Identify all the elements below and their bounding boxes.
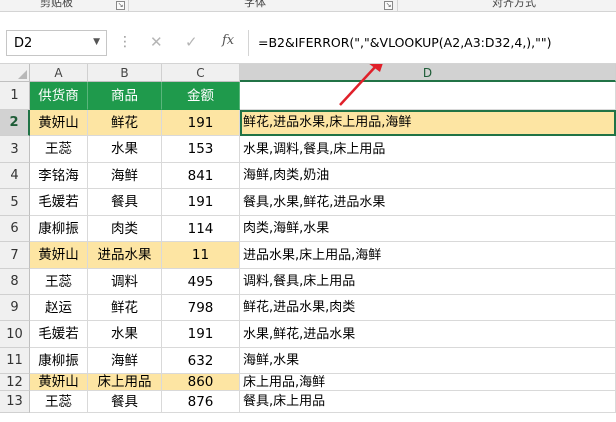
product-cell[interactable]: 进品水果 — [88, 242, 162, 269]
supplier-cell[interactable]: 黄妍山 — [30, 242, 88, 269]
worksheet-grid[interactable]: A B C D 1 供货商 商品 金额 2 黄妍山 鲜花 191 鲜花,进品水果,床上用… — [0, 64, 616, 422]
supplier-cell[interactable]: 黄妍山 — [30, 110, 88, 136]
amount-cell[interactable]: 860 — [162, 374, 240, 391]
name-box[interactable]: D2 ▼ — [6, 30, 107, 56]
amount-cell[interactable]: 876 — [162, 391, 240, 413]
row-header-10[interactable]: 10 — [0, 321, 30, 348]
more-options-icon[interactable]: ⋮ — [118, 34, 133, 50]
supplier-cell[interactable]: 毛媛若 — [30, 321, 88, 348]
insert-function-icon[interactable]: fx — [222, 33, 234, 48]
row-header-6[interactable]: 6 — [0, 216, 30, 242]
formula-bar: D2 ▼ ⋮ ✕ ✓ fx =B2&IFERROR(","&VLOOKUP(A2… — [0, 12, 616, 64]
product-cell[interactable]: 海鲜 — [88, 163, 162, 189]
header-cell-product[interactable]: 商品 — [88, 82, 162, 110]
supplier-cell[interactable]: 李铭海 — [30, 163, 88, 189]
result-cell[interactable]: 餐具,水果,鲜花,进品水果 — [240, 189, 616, 216]
amount-cell[interactable]: 841 — [162, 163, 240, 189]
cancel-icon[interactable]: ✕ — [150, 33, 163, 51]
ribbon-group-clipboard: 剪贴板 — [40, 0, 73, 9]
result-cell[interactable]: 鲜花,进品水果,肉类 — [240, 295, 616, 321]
product-cell[interactable]: 海鲜 — [88, 348, 162, 374]
header-cell-amount[interactable]: 金额 — [162, 82, 240, 110]
product-cell[interactable]: 鲜花 — [88, 295, 162, 321]
row-header-13[interactable]: 13 — [0, 391, 30, 413]
product-cell[interactable]: 肉类 — [88, 216, 162, 242]
product-cell[interactable]: 餐具 — [88, 189, 162, 216]
supplier-cell[interactable]: 康柳振 — [30, 216, 88, 242]
supplier-cell[interactable]: 康柳振 — [30, 348, 88, 374]
amount-cell[interactable]: 153 — [162, 136, 240, 163]
formula-separator — [248, 30, 249, 56]
supplier-cell[interactable]: 王蕊 — [30, 391, 88, 413]
row-header-4[interactable]: 4 — [0, 163, 30, 189]
ribbon-group-alignment: 对齐方式 — [492, 0, 536, 9]
ribbon-group-labels: 剪贴板 ↘ 字体 ↘ 对齐方式 — [0, 0, 616, 12]
result-cell[interactable]: 肉类,海鲜,水果 — [240, 216, 616, 242]
header-cell-supplier[interactable]: 供货商 — [30, 82, 88, 110]
row-header-7[interactable]: 7 — [0, 242, 30, 269]
product-cell[interactable]: 调料 — [88, 269, 162, 295]
amount-cell[interactable]: 632 — [162, 348, 240, 374]
supplier-cell[interactable]: 黄妍山 — [30, 374, 88, 391]
formula-input[interactable]: =B2&IFERROR(","&VLOOKUP(A2,A3:D32,4,),""… — [258, 30, 610, 56]
result-cell[interactable]: 水果,调料,餐具,床上用品 — [240, 136, 616, 163]
product-cell[interactable]: 床上用品 — [88, 374, 162, 391]
row-header-9[interactable]: 9 — [0, 295, 30, 321]
amount-cell[interactable]: 191 — [162, 110, 240, 136]
amount-cell[interactable]: 114 — [162, 216, 240, 242]
clipboard-launcher-icon[interactable]: ↘ — [116, 1, 125, 10]
supplier-cell[interactable]: 王蕊 — [30, 136, 88, 163]
supplier-cell[interactable]: 王蕊 — [30, 269, 88, 295]
row-header-3[interactable]: 3 — [0, 136, 30, 163]
row-header-2[interactable]: 2 — [0, 110, 30, 136]
result-cell[interactable]: 调料,餐具,床上用品 — [240, 269, 616, 295]
select-all-icon[interactable] — [0, 64, 30, 82]
column-header-a[interactable]: A — [30, 64, 88, 82]
amount-cell[interactable]: 191 — [162, 321, 240, 348]
result-cell[interactable]: 床上用品,海鲜 — [240, 374, 616, 391]
result-cell[interactable]: 海鲜,肉类,奶油 — [240, 163, 616, 189]
result-cell[interactable]: 餐具,床上用品 — [240, 391, 616, 413]
name-box-value: D2 — [14, 36, 33, 51]
amount-cell[interactable]: 495 — [162, 269, 240, 295]
row-header-5[interactable]: 5 — [0, 189, 30, 216]
row-header-11[interactable]: 11 — [0, 348, 30, 374]
amount-cell[interactable]: 798 — [162, 295, 240, 321]
row-header-12[interactable]: 12 — [0, 374, 30, 391]
row-header-8[interactable]: 8 — [0, 269, 30, 295]
amount-cell[interactable]: 11 — [162, 242, 240, 269]
amount-cell[interactable]: 191 — [162, 189, 240, 216]
column-header-c[interactable]: C — [162, 64, 240, 82]
ribbon-group-font: 字体 — [244, 0, 266, 9]
chevron-down-icon[interactable]: ▼ — [93, 37, 100, 47]
product-cell[interactable]: 鲜花 — [88, 110, 162, 136]
group-separator — [397, 0, 398, 11]
enter-icon[interactable]: ✓ — [185, 33, 198, 51]
group-separator — [128, 0, 129, 11]
product-cell[interactable]: 水果 — [88, 321, 162, 348]
font-launcher-icon[interactable]: ↘ — [384, 1, 393, 10]
product-cell[interactable]: 水果 — [88, 136, 162, 163]
result-cell[interactable]: 鲜花,进品水果,床上用品,海鲜 — [240, 110, 616, 136]
result-cell[interactable]: 进品水果,床上用品,海鲜 — [240, 242, 616, 269]
result-cell[interactable]: 海鲜,水果 — [240, 348, 616, 374]
supplier-cell[interactable]: 毛媛若 — [30, 189, 88, 216]
product-cell[interactable]: 餐具 — [88, 391, 162, 413]
row-header-1[interactable]: 1 — [0, 82, 30, 110]
column-header-d[interactable]: D — [240, 64, 616, 82]
header-cell-d[interactable] — [240, 82, 616, 110]
result-cell[interactable]: 水果,鲜花,进品水果 — [240, 321, 616, 348]
supplier-cell[interactable]: 赵运 — [30, 295, 88, 321]
column-header-b[interactable]: B — [88, 64, 162, 82]
